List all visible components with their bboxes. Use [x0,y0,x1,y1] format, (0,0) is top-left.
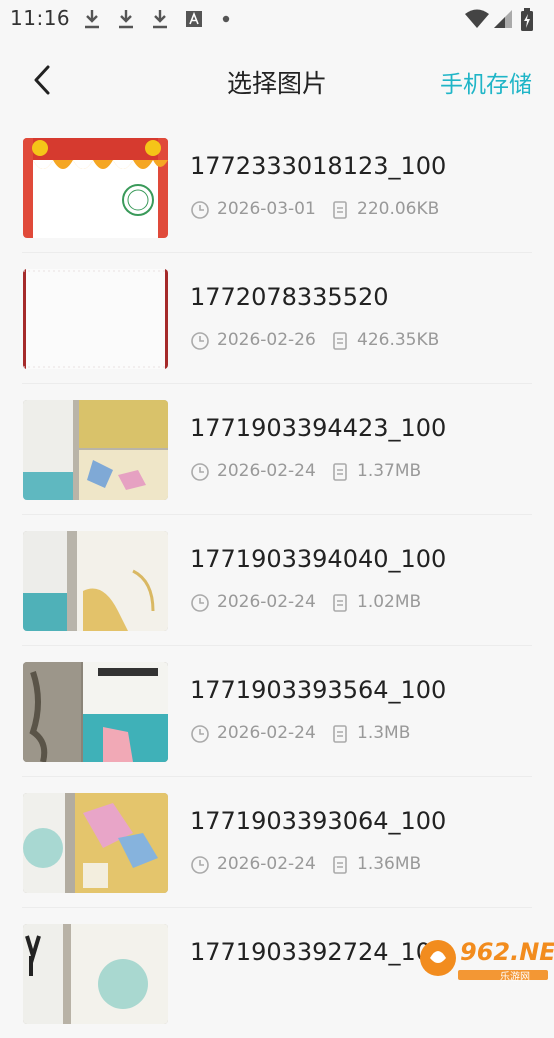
file-name: 1771903394423_100 [190,414,447,442]
image-thumbnail [23,138,168,238]
list-item[interactable]: 1772078335520 2026-02-26 426.35KB [22,253,532,384]
image-thumbnail [23,793,168,893]
file-size: 1.3MB [357,723,411,743]
watermark-text: 962.NET [460,938,554,966]
list-item[interactable]: 1771903393564_100 2026-02-24 1.3MB [22,646,532,777]
system-icons [464,8,540,31]
file-size: 1.36MB [357,854,422,874]
clock-icon [191,856,209,874]
file-size-icon [333,332,347,350]
clock-icon [191,332,209,350]
app-header: 选择图片 手机存储 [0,38,554,122]
status-time: 11:16 [10,6,71,30]
download-icon [85,10,99,29]
font-a-icon [186,11,202,27]
status-bar: 11:16 [0,0,554,38]
file-name: 1771903393564_100 [190,676,447,704]
phone-storage-button[interactable]: 手机存储 [440,65,532,99]
file-date: 2026-03-01 [217,199,316,219]
list-item[interactable]: 1771903394423_100 2026-02-24 1.37MB [22,384,532,515]
file-date: 2026-02-24 [217,592,316,612]
site-watermark: 962.NET 乐游网 [418,934,554,983]
file-date: 2026-02-24 [217,723,316,743]
file-size-icon [333,201,347,219]
clock-icon [191,201,209,219]
battery-charging-icon [521,8,533,31]
download-icon [119,10,133,29]
dot-icon [222,15,230,23]
file-name: 1772333018123_100 [190,152,447,180]
image-thumbnail [23,531,168,631]
file-name: 1771903393064_100 [190,807,447,835]
file-size: 426.35KB [357,330,440,350]
image-file-list: 1772333018123_100 2026-03-01 220.06KB 17… [0,122,554,1038]
image-thumbnail [23,269,168,369]
watermark-subtext: 乐游网 [500,972,530,983]
file-size-icon [333,463,347,481]
file-date: 2026-02-24 [217,854,316,874]
image-thumbnail [23,924,168,1024]
file-size-icon [333,594,347,612]
file-size: 220.06KB [357,199,440,219]
clock-icon [191,725,209,743]
file-size: 1.37MB [357,461,422,481]
wifi-icon [465,9,489,28]
file-name: 1771903392724_100 [190,938,447,966]
list-item[interactable]: 1771903393064_100 2026-02-24 1.36MB [22,777,532,908]
clock-icon [191,594,209,612]
file-size: 1.02MB [357,592,422,612]
image-thumbnail [23,662,168,762]
file-size-icon [333,856,347,874]
list-item[interactable]: 1772333018123_100 2026-03-01 220.06KB [22,122,532,253]
file-name: 1771903394040_100 [190,545,447,573]
file-size-icon [333,725,347,743]
signal-icon [494,10,512,28]
file-name: 1772078335520 [190,283,389,311]
download-icon [153,10,167,29]
file-date: 2026-02-26 [217,330,316,350]
clock-icon [191,463,209,481]
image-thumbnail [23,400,168,500]
list-item[interactable]: 1771903394040_100 2026-02-24 1.02MB [22,515,532,646]
file-date: 2026-02-24 [217,461,316,481]
